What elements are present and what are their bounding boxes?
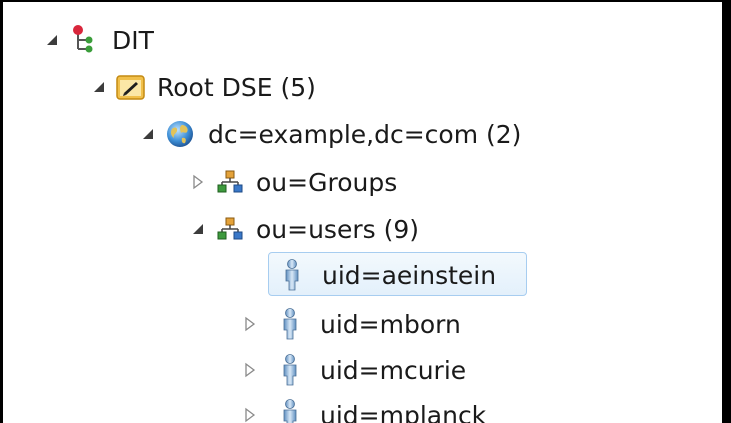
- person-icon: [274, 354, 306, 386]
- collapsed-arrow-icon[interactable]: [240, 405, 260, 423]
- tree-node-ou-groups[interactable]: ou=Groups: [188, 160, 397, 204]
- collapsed-arrow-icon[interactable]: [188, 172, 208, 192]
- root-dse-folder-icon: [115, 71, 147, 103]
- tree-node-uid-aeinstein[interactable]: uid=aeinstein: [262, 253, 496, 297]
- tree-node-ou-users[interactable]: ou=users (9): [188, 207, 419, 251]
- tree-node-label: uid=aeinstein: [322, 260, 497, 290]
- window-border-right: [722, 0, 731, 423]
- tree-node-label: ou=Groups: [256, 167, 398, 197]
- collapsed-arrow-icon[interactable]: [240, 314, 260, 334]
- person-icon: [274, 308, 306, 340]
- tree-node-label: uid=mplanck: [320, 400, 487, 423]
- person-icon: [276, 259, 308, 291]
- tree-node-label: uid=mcurie: [320, 355, 467, 385]
- org-unit-icon: [214, 166, 246, 198]
- dit-tree-icon: [68, 24, 100, 56]
- expanded-arrow-icon[interactable]: [42, 30, 62, 50]
- tree-node-uid-mborn[interactable]: uid=mborn: [240, 302, 461, 346]
- ldap-browser-window: DIT Root DSE (5) dc=example,dc=com (2) o…: [0, 0, 731, 423]
- collapsed-arrow-icon[interactable]: [240, 360, 260, 380]
- dit-tree: DIT Root DSE (5) dc=example,dc=com (2) o…: [0, 0, 722, 423]
- tree-node-label: uid=mborn: [320, 309, 461, 339]
- tree-node-label: DIT: [112, 25, 154, 55]
- tree-node-uid-mplanck[interactable]: uid=mplanck: [240, 393, 486, 423]
- expanded-arrow-icon[interactable]: [138, 124, 158, 144]
- expanded-arrow-icon[interactable]: [89, 77, 109, 97]
- tree-node-label: ou=users (9): [256, 214, 420, 244]
- expanded-arrow-icon[interactable]: [188, 219, 208, 239]
- tree-node-uid-mcurie[interactable]: uid=mcurie: [240, 348, 466, 392]
- tree-node-dit[interactable]: DIT: [42, 18, 154, 62]
- tree-node-root-dse[interactable]: Root DSE (5): [89, 65, 316, 109]
- tree-node-dc-example-com[interactable]: dc=example,dc=com (2): [138, 112, 521, 156]
- tree-node-label: dc=example,dc=com (2): [208, 119, 522, 149]
- tree-node-label: Root DSE (5): [157, 72, 316, 102]
- globe-icon: [164, 118, 196, 150]
- org-unit-icon: [214, 213, 246, 245]
- person-icon: [274, 399, 306, 423]
